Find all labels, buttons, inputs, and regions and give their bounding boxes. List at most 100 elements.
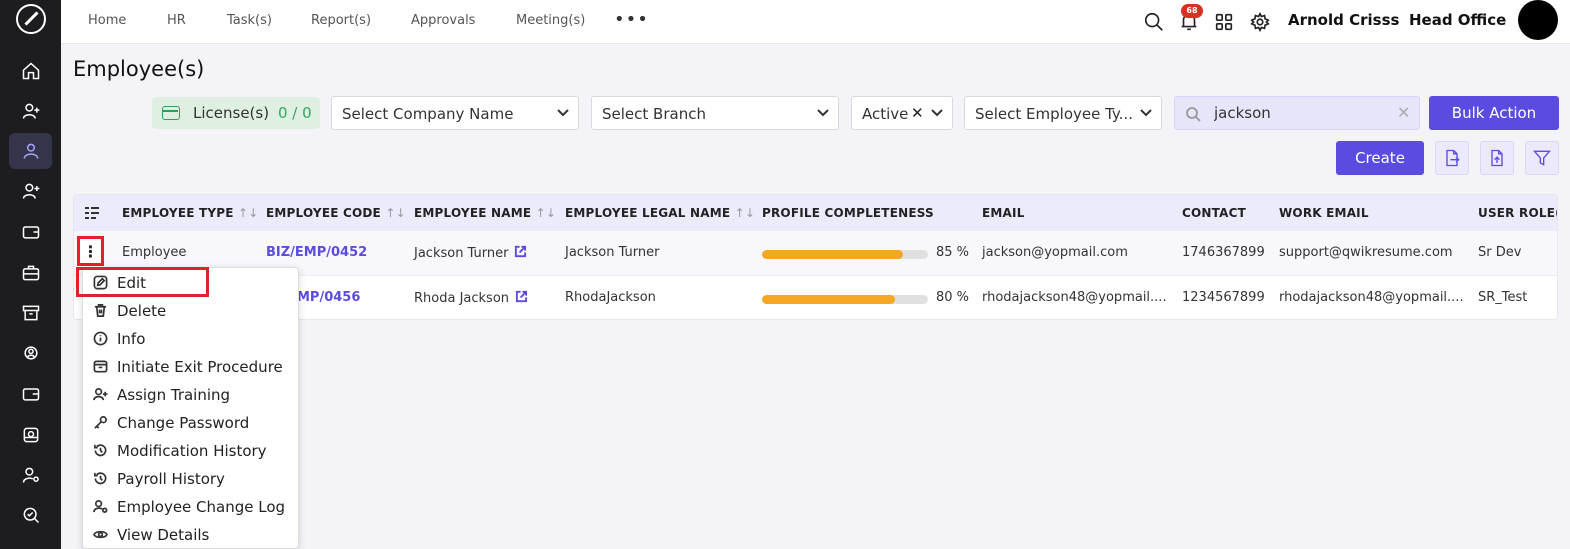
filter-button[interactable] <box>1525 141 1559 175</box>
history-icon <box>93 443 108 458</box>
nav-hr[interactable]: HR <box>167 13 186 28</box>
sort-icon[interactable]: ↑↓ <box>735 206 756 220</box>
cell-work-email: support@qwikresume.com <box>1279 245 1453 260</box>
col-email[interactable]: EMAIL <box>982 206 1025 220</box>
col-employee-code[interactable]: EMPLOYEE CODE ↑↓ <box>266 206 406 220</box>
menu-item-assign-training[interactable]: Assign Training <box>83 381 298 409</box>
apps-grid-icon[interactable] <box>1213 11 1235 33</box>
archive-icon[interactable] <box>9 295 52 331</box>
row-actions-button[interactable]: ⋮ <box>77 236 104 266</box>
user-log-icon <box>93 499 108 514</box>
nav-more-icon[interactable]: ••• <box>614 9 649 30</box>
external-link-icon[interactable] <box>515 290 528 303</box>
info-icon <box>93 331 108 346</box>
app-logo[interactable] <box>16 4 46 34</box>
menu-item-payroll-history[interactable]: Payroll History <box>83 465 298 493</box>
home-icon[interactable] <box>9 53 52 89</box>
profile-percent: 85 % <box>936 245 970 260</box>
menu-item-label: Employee Change Log <box>117 498 286 516</box>
license-label: License(s) <box>193 104 270 122</box>
nav-tasks[interactable]: Task(s) <box>227 13 272 28</box>
top-navbar: Home HR Task(s) Report(s) Approvals Meet… <box>61 0 1570 44</box>
employee-type-select-value: Select Employee Ty... <box>975 105 1133 123</box>
nav-meetings[interactable]: Meeting(s) <box>516 13 585 28</box>
exit-folder-icon <box>93 359 108 374</box>
branch-select[interactable]: Select Branch <box>591 96 839 130</box>
status-clear-icon[interactable]: ✕ <box>911 104 924 122</box>
edit-highlight-box <box>76 267 209 297</box>
filter-icon <box>1533 150 1551 166</box>
menu-item-employee-change-log[interactable]: Employee Change Log <box>83 493 298 521</box>
search-clear-icon[interactable]: ✕ <box>1397 103 1410 122</box>
user-plus-icon[interactable] <box>9 93 52 129</box>
avatar[interactable] <box>1518 0 1558 40</box>
search-check-icon[interactable] <box>9 497 52 533</box>
export-file-icon <box>1446 149 1460 167</box>
sort-icon[interactable]: ↑↓ <box>238 206 259 220</box>
menu-item-initiate-exit[interactable]: Initiate Exit Procedure <box>83 353 298 381</box>
search-input[interactable] <box>1214 103 1384 123</box>
menu-item-label: Assign Training <box>117 386 231 404</box>
menu-item-label: Change Password <box>117 414 250 432</box>
sort-icon[interactable]: ↑↓ <box>536 206 557 220</box>
table-header: EMPLOYEE TYPE ↑↓ EMPLOYEE CODE ↑↓ EMPLOY… <box>74 195 1557 231</box>
profile-progress-fill <box>762 250 904 259</box>
status-select-value: Active <box>862 105 909 123</box>
license-count: 0 / 0 <box>278 104 312 122</box>
nav-home[interactable]: Home <box>88 13 126 28</box>
cell-user-role: Sr Dev <box>1478 245 1522 260</box>
inbox-icon[interactable] <box>9 417 52 453</box>
bulk-action-button[interactable]: Bulk Action <box>1429 96 1559 130</box>
menu-item-view-details[interactable]: View Details <box>83 521 298 549</box>
cell-employee-code[interactable]: MP/0456 <box>297 290 360 305</box>
column-settings-icon[interactable] <box>84 205 100 221</box>
menu-item-delete[interactable]: Delete <box>83 297 298 325</box>
briefcase-icon[interactable] <box>9 255 52 291</box>
user-add-icon[interactable] <box>9 173 52 209</box>
office-name[interactable]: Head Office <box>1409 11 1506 29</box>
external-link-icon[interactable] <box>514 245 527 258</box>
eye-icon <box>92 527 109 542</box>
cell-employee-name[interactable]: Jackson Turner <box>414 245 527 261</box>
export-button[interactable] <box>1435 141 1469 175</box>
col-employee-type[interactable]: EMPLOYEE TYPE ↑↓ <box>122 206 259 220</box>
trash-icon <box>93 303 108 318</box>
search-icon[interactable] <box>1143 11 1165 33</box>
import-button[interactable] <box>1480 141 1514 175</box>
create-button[interactable]: Create <box>1336 141 1424 175</box>
user-name[interactable]: Arnold Crisss <box>1288 11 1399 29</box>
company-select[interactable]: Select Company Name <box>331 96 579 130</box>
col-user-role[interactable]: USER ROLE( <box>1478 206 1557 220</box>
status-select[interactable]: Active ✕ <box>851 96 953 130</box>
user-settings-icon[interactable] <box>9 457 52 493</box>
gear-icon[interactable] <box>1249 11 1271 33</box>
col-employee-name[interactable]: EMPLOYEE NAME ↑↓ <box>414 206 556 220</box>
wallet-icon[interactable] <box>9 214 52 250</box>
card-icon[interactable] <box>9 376 52 412</box>
employee-type-select[interactable]: Select Employee Ty... <box>964 96 1162 130</box>
cell-legal-name: Jackson Turner <box>565 245 660 260</box>
profile-percent: 80 % <box>936 290 970 305</box>
col-profile-completeness[interactable]: PROFILE COMPLETENESS <box>762 206 934 220</box>
chevron-down-icon <box>816 105 830 119</box>
user-icon[interactable] <box>9 133 52 169</box>
col-work-email[interactable]: WORK EMAIL <box>1279 206 1369 220</box>
cell-employee-type: Employee <box>122 245 187 260</box>
chevron-down-icon <box>930 105 944 119</box>
col-employee-legal-name[interactable]: EMPLOYEE LEGAL NAME ↑↓ <box>565 206 755 220</box>
user-plus-icon <box>93 387 108 402</box>
sort-icon[interactable]: ↑↓ <box>385 206 406 220</box>
nav-reports[interactable]: Report(s) <box>311 13 371 28</box>
menu-item-change-password[interactable]: Change Password <box>83 409 298 437</box>
gear-user-icon[interactable] <box>9 335 52 371</box>
chevron-down-icon <box>556 105 570 119</box>
col-contact[interactable]: CONTACT <box>1182 206 1246 220</box>
cell-email: rhodajackson48@yopmail.... <box>982 290 1167 305</box>
cell-employee-code[interactable]: BIZ/EMP/0452 <box>266 245 367 260</box>
profile-progress-fill <box>762 295 895 304</box>
cell-employee-name[interactable]: Rhoda Jackson <box>414 290 528 306</box>
menu-item-info[interactable]: Info <box>83 325 298 353</box>
history-icon <box>93 471 108 486</box>
nav-approvals[interactable]: Approvals <box>411 13 475 28</box>
menu-item-modification-history[interactable]: Modification History <box>83 437 298 465</box>
